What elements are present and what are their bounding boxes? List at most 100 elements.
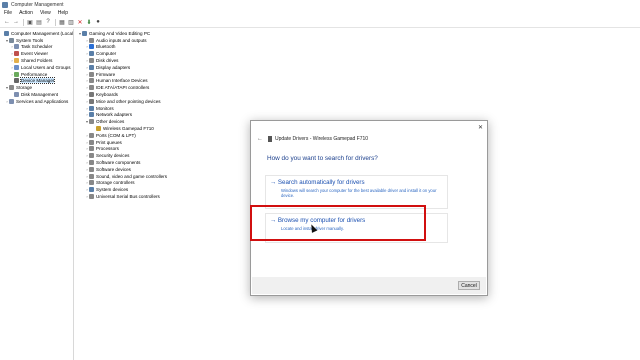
audio-inputs-and-outputs-icon <box>89 37 94 43</box>
dialog-header-text: Update Drivers - Wireless Gamepad F710 <box>275 136 369 142</box>
gamepad-device-icon <box>268 136 272 142</box>
tree-item-label: Services and Applications <box>16 98 69 104</box>
close-icon[interactable]: ✕ <box>478 124 483 131</box>
back-arrow-icon[interactable]: ← <box>257 136 263 142</box>
tree-item-computer[interactable]: › Computer <box>85 50 116 57</box>
tree-item-performance[interactable]: › Performance <box>10 71 47 78</box>
update-driver-icon[interactable]: ▥ <box>67 18 75 26</box>
tree-item-disk-drives[interactable]: › Disk drives <box>85 57 118 64</box>
tree-item-label: Software devices <box>96 166 131 172</box>
tree-item-label: Human Interface Devices <box>96 78 148 84</box>
disk-drives-icon <box>89 58 94 64</box>
event-viewer-icon <box>14 51 19 57</box>
tree-item-keyboards[interactable]: › Keyboards <box>85 91 118 98</box>
tree-item-storage-controllers[interactable]: › Storage controllers <box>85 180 135 187</box>
tree-item-ide-ata-atapi-controllers[interactable]: › IDE ATA/ATAPI controllers <box>85 84 149 91</box>
cancel-button[interactable]: Cancel <box>458 281 480 290</box>
performance-icon <box>14 71 19 77</box>
tree-item-system-devices[interactable]: › System devices <box>85 186 128 193</box>
tree-item-security-devices[interactable]: › Security devices <box>85 152 129 159</box>
tree-item-label: Audio inputs and outputs <box>96 37 147 43</box>
search-automatically-option[interactable]: → Search automatically for drivers Windo… <box>265 175 448 209</box>
tree-item-gaming-and-video-editing-pc[interactable]: ▾ Gaming And Video Editing PC <box>78 30 150 37</box>
tree-item-disk-management[interactable]: Disk Management <box>10 91 58 98</box>
tree-item-other-devices[interactable]: ▾ Other devices <box>85 118 124 125</box>
scan-hardware-icon[interactable]: ▦ <box>58 18 66 26</box>
tree-item-display-adapters[interactable]: › Display adapters <box>85 64 130 71</box>
tree-item-local-users-and-groups[interactable]: › Local Users and Groups <box>10 64 71 71</box>
tree-item-mice-and-other-pointing-devices[interactable]: › Mice and other pointing devices <box>85 98 161 105</box>
console-tree: Computer Management (Local ▾ System Tools ›… <box>0 29 74 360</box>
menu-bar: File Action View Help <box>0 9 640 17</box>
tree-item-audio-inputs-and-outputs[interactable]: › Audio inputs and outputs <box>85 37 147 44</box>
tree-item-processors[interactable]: › Processors <box>85 146 119 153</box>
uninstall-icon[interactable]: ✕ <box>76 18 84 26</box>
firmware-icon <box>89 71 94 77</box>
tree-item-print-queues[interactable]: › Print queues <box>85 139 122 146</box>
network-adapters-icon <box>89 112 94 118</box>
download-icon[interactable]: ⬇ <box>85 18 93 26</box>
tree-item-label: Computer Management (Local <box>11 30 74 36</box>
tree-item-storage[interactable]: ▾ Storage <box>5 84 32 91</box>
tree-item-firmware[interactable]: › Firmware <box>85 71 115 78</box>
back-icon[interactable]: ← <box>3 18 11 26</box>
tree-item-ports-com-lpt[interactable]: › Ports (COM & LPT) <box>85 132 136 139</box>
tree-item-label: Mice and other pointing devices <box>96 98 161 104</box>
properties-icon[interactable]: ▤ <box>35 18 43 26</box>
tree-item-label: Bluetooth <box>96 44 116 50</box>
tree-item-label: Wireless Gamepad F710 <box>103 126 154 132</box>
menu-help[interactable]: Help <box>58 10 68 16</box>
tree-item-label: Performance <box>21 71 48 77</box>
monitors-icon <box>89 105 94 111</box>
software-devices-icon <box>89 166 94 172</box>
tree-item-label: Storage controllers <box>96 180 135 186</box>
forward-icon[interactable]: → <box>12 18 20 26</box>
device-manager-icon <box>14 78 19 84</box>
tree-item-label: Computer <box>96 51 117 57</box>
tree-item-task-scheduler[interactable]: › Task Scheduler <box>10 44 52 51</box>
menu-view[interactable]: View <box>40 10 51 16</box>
print-queues-icon <box>89 139 94 145</box>
toolbar: ← → ▣ ▤? ▦ ▥ ✕ ⬇ ● <box>0 17 640 28</box>
tree-item-services-and-applications[interactable]: › Services and Applications <box>5 98 68 105</box>
tree-item-monitors[interactable]: › Monitors <box>85 105 114 112</box>
dialog-footer: Cancel <box>252 277 486 294</box>
computer-management-local-icon <box>4 30 9 36</box>
tree-item-sound-video-and-game-controllers[interactable]: › Sound, video and game controllers <box>85 173 167 180</box>
tree-item-label: Software components <box>96 160 141 166</box>
tree-item-bluetooth[interactable]: › Bluetooth <box>85 44 115 51</box>
computer-icon <box>89 51 94 57</box>
tree-item-network-adapters[interactable]: › Network adapters <box>85 112 132 119</box>
tree-item-event-viewer[interactable]: › Event Viewer <box>10 50 48 57</box>
tree-item-label: Sound, video and game controllers <box>96 173 167 179</box>
tree-item-software-devices[interactable]: › Software devices <box>85 166 131 173</box>
dialog-header: Update Drivers - Wireless Gamepad F710 <box>268 136 368 142</box>
toolbar-separator <box>23 18 24 26</box>
processors-icon <box>89 146 94 152</box>
tree-item-wireless-gamepad-f710[interactable]: Wireless Gamepad F710 <box>92 125 154 132</box>
tree-item-software-components[interactable]: › Software components <box>85 159 140 166</box>
right-arrow-icon: → <box>270 179 277 186</box>
computer-management-icon <box>2 1 8 8</box>
ports-com-lpt-icon <box>89 132 94 138</box>
disable-icon[interactable]: ● <box>94 18 102 26</box>
ide-ata-atapi-controllers-icon <box>89 85 94 91</box>
tree-item-label: Disk drives <box>96 58 119 64</box>
tree-item-label: Other devices <box>96 119 125 125</box>
system-devices-icon <box>89 187 94 193</box>
up-icon[interactable]: ▣ <box>26 18 34 26</box>
tree-item-device-manager[interactable]: Device Manager <box>10 77 56 85</box>
shared-folders-icon <box>14 58 19 64</box>
tree-item-computer-management-local[interactable]: Computer Management (Local <box>0 30 73 37</box>
menu-action[interactable]: Action <box>19 10 33 16</box>
help-icon[interactable]: ? <box>44 18 52 26</box>
tree-item-shared-folders[interactable]: › Shared Folders <box>10 57 52 64</box>
wireless-gamepad-f710-icon <box>96 126 101 132</box>
menu-file[interactable]: File <box>4 10 12 16</box>
tree-item-system-tools[interactable]: ▾ System Tools <box>5 37 43 44</box>
tree-item-universal-serial-bus-controllers[interactable]: › Universal Serial Bus controllers <box>85 193 160 200</box>
keyboards-icon <box>89 92 94 98</box>
tree-item-label: Monitors <box>96 105 114 111</box>
tree-item-human-interface-devices[interactable]: › Human Interface Devices <box>85 78 148 85</box>
services-and-applications-icon <box>9 98 14 104</box>
